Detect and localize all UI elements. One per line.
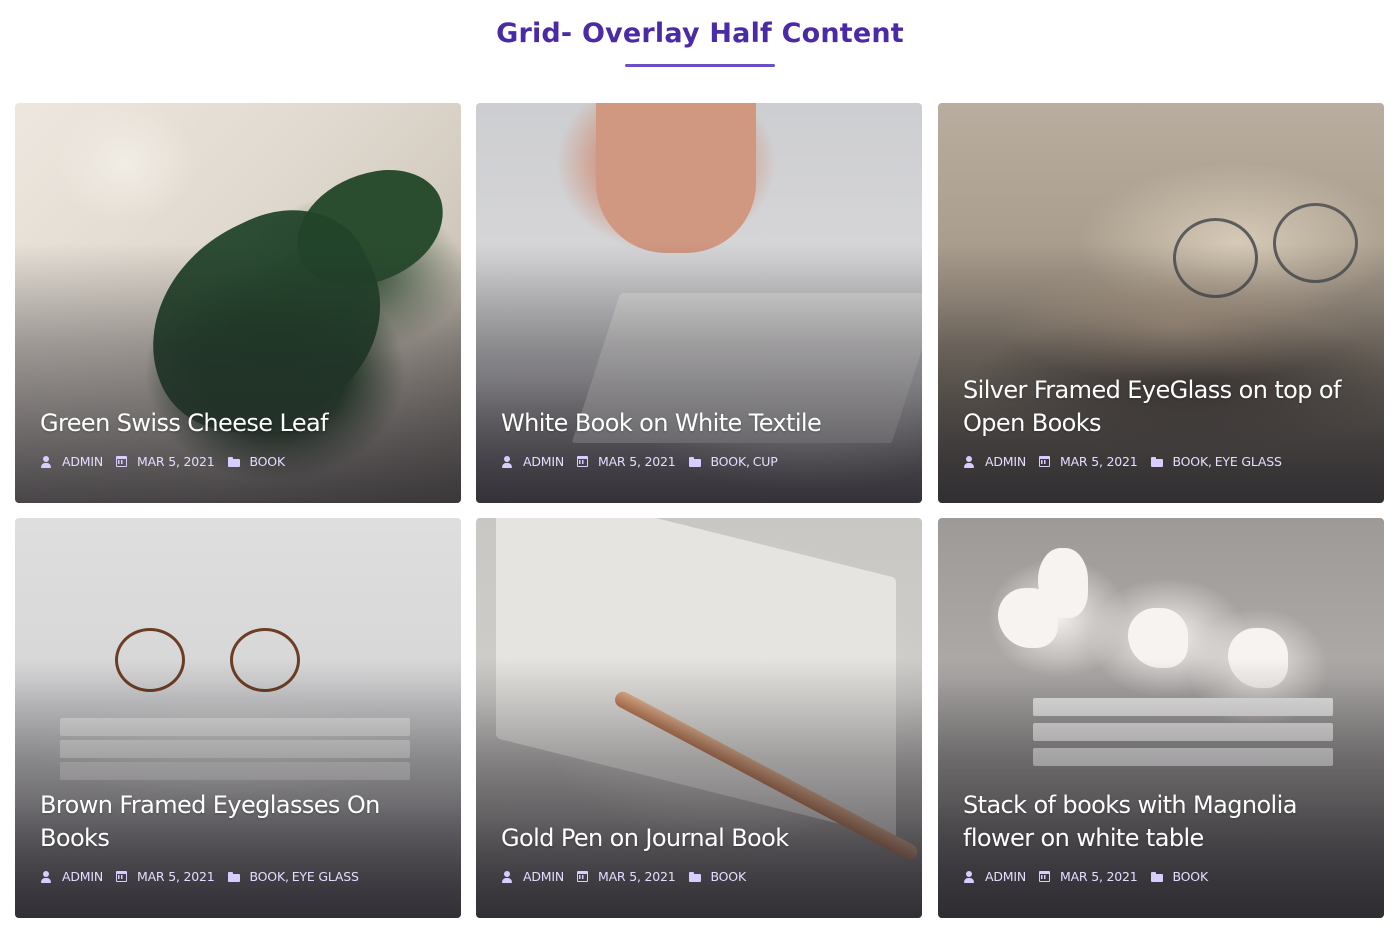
calendar-icon: [577, 871, 588, 882]
user-icon: [40, 455, 52, 468]
category-link[interactable]: BOOK: [1173, 869, 1209, 884]
user-icon: [501, 870, 513, 883]
calendar-icon: [577, 456, 588, 467]
category-link[interactable]: CUP: [753, 454, 778, 469]
post-meta: ADMIN MAR 5, 2021 BOOK: [501, 869, 902, 884]
date-link[interactable]: MAR 5, 2021: [598, 454, 676, 469]
category-link[interactable]: EYE GLASS: [1215, 454, 1282, 469]
author-link[interactable]: ADMIN: [985, 454, 1026, 469]
author-link[interactable]: ADMIN: [985, 869, 1026, 884]
folder-icon: [1150, 456, 1163, 468]
post-card[interactable]: Silver Framed EyeGlass on top of Open Bo…: [938, 103, 1384, 503]
post-content: Silver Framed EyeGlass on top of Open Bo…: [963, 374, 1364, 469]
title-underline: [625, 64, 775, 67]
post-content: Stack of books with Magnolia flower on w…: [963, 789, 1364, 884]
category-link[interactable]: BOOK: [711, 454, 747, 469]
post-content: White Book on White Textile ADMIN MAR 5,…: [501, 407, 902, 469]
calendar-icon: [1039, 871, 1050, 882]
user-icon: [963, 455, 975, 468]
post-card[interactable]: Gold Pen on Journal Book ADMIN MAR 5, 20…: [476, 518, 922, 918]
post-title[interactable]: Stack of books with Magnolia flower on w…: [963, 789, 1364, 855]
post-card[interactable]: Green Swiss Cheese Leaf ADMIN MAR 5, 202…: [15, 103, 461, 503]
section-title: Grid- Overlay Half Content: [496, 18, 904, 49]
post-title[interactable]: Brown Framed Eyeglasses On Books: [40, 789, 441, 855]
category-link[interactable]: BOOK: [1173, 454, 1209, 469]
author-link[interactable]: ADMIN: [523, 869, 564, 884]
folder-icon: [227, 871, 240, 883]
post-meta: ADMIN MAR 5, 2021 BOOK, EYE GLASS: [40, 869, 441, 884]
post-card[interactable]: White Book on White Textile ADMIN MAR 5,…: [476, 103, 922, 503]
post-grid: Green Swiss Cheese Leaf ADMIN MAR 5, 202…: [15, 103, 1385, 918]
post-title[interactable]: Green Swiss Cheese Leaf: [40, 407, 441, 440]
author-link[interactable]: ADMIN: [62, 869, 103, 884]
folder-icon: [688, 871, 701, 883]
user-icon: [40, 870, 52, 883]
post-meta: ADMIN MAR 5, 2021 BOOK: [963, 869, 1364, 884]
post-content: Green Swiss Cheese Leaf ADMIN MAR 5, 202…: [40, 407, 441, 469]
author-link[interactable]: ADMIN: [62, 454, 103, 469]
category-link[interactable]: BOOK: [711, 869, 747, 884]
post-card[interactable]: Stack of books with Magnolia flower on w…: [938, 518, 1384, 918]
folder-icon: [1150, 871, 1163, 883]
post-meta: ADMIN MAR 5, 2021 BOOK, CUP: [501, 454, 902, 469]
category-link[interactable]: EYE GLASS: [292, 869, 359, 884]
date-link[interactable]: MAR 5, 2021: [1060, 454, 1138, 469]
post-content: Brown Framed Eyeglasses On Books ADMIN M…: [40, 789, 441, 884]
calendar-icon: [1039, 456, 1050, 467]
user-icon: [501, 455, 513, 468]
post-meta: ADMIN MAR 5, 2021 BOOK: [40, 454, 441, 469]
post-card[interactable]: Brown Framed Eyeglasses On Books ADMIN M…: [15, 518, 461, 918]
date-link[interactable]: MAR 5, 2021: [1060, 869, 1138, 884]
date-link[interactable]: MAR 5, 2021: [137, 454, 215, 469]
date-link[interactable]: MAR 5, 2021: [137, 869, 215, 884]
category-link[interactable]: BOOK: [250, 454, 286, 469]
post-title[interactable]: White Book on White Textile: [501, 407, 902, 440]
post-title[interactable]: Gold Pen on Journal Book: [501, 822, 902, 855]
author-link[interactable]: ADMIN: [523, 454, 564, 469]
calendar-icon: [116, 871, 127, 882]
post-title[interactable]: Silver Framed EyeGlass on top of Open Bo…: [963, 374, 1364, 440]
folder-icon: [227, 456, 240, 468]
category-link[interactable]: BOOK: [250, 869, 286, 884]
post-meta: ADMIN MAR 5, 2021 BOOK, EYE GLASS: [963, 454, 1364, 469]
post-content: Gold Pen on Journal Book ADMIN MAR 5, 20…: [501, 822, 902, 884]
folder-icon: [688, 456, 701, 468]
date-link[interactable]: MAR 5, 2021: [598, 869, 676, 884]
user-icon: [963, 870, 975, 883]
calendar-icon: [116, 456, 127, 467]
